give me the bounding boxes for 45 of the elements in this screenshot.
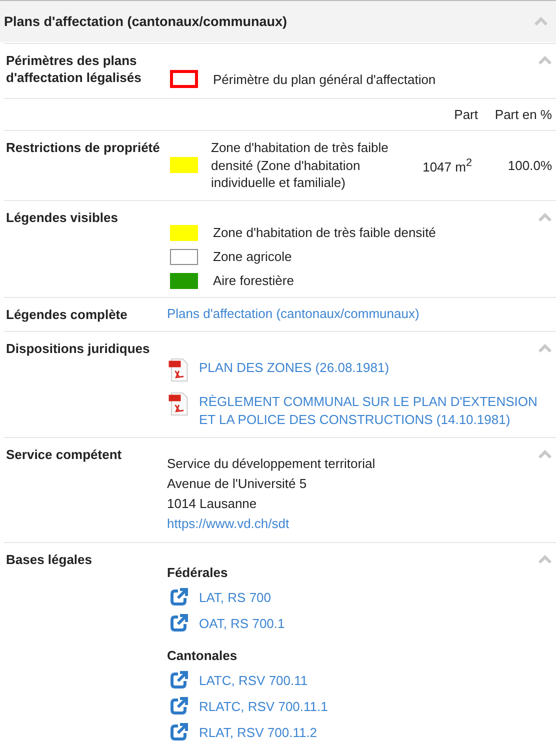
share-value: 100.0% (506, 158, 552, 173)
area-value: 1047 m$^{2}$ (422, 156, 472, 174)
external-link-icon (169, 586, 189, 606)
group-heading: Fédérales (167, 564, 229, 580)
collapse-icon[interactable] (538, 56, 552, 65)
pdf-icon (167, 392, 189, 416)
legend-label: Périmètre du plan général d'affectation (213, 72, 436, 86)
law-link[interactable]: OAT, RS 700.1 (199, 614, 285, 630)
pdf-icon (167, 358, 189, 382)
section-label: Service compétent (6, 446, 123, 464)
law-link[interactable]: LATC, RSV 700.11 (199, 672, 308, 688)
law-link[interactable]: LAT, RS 700 (199, 588, 272, 604)
collapse-icon[interactable] (538, 450, 552, 458)
law-link[interactable]: RLATC, RSV 700.11.1 (199, 698, 328, 714)
group-heading: Cantonales (167, 648, 238, 662)
column-header: Part en % (494, 107, 552, 122)
section-label: Restrictions de propriété (6, 139, 161, 156)
section-label: Dispositions juridiques (6, 340, 151, 358)
collapse-icon[interactable] (538, 212, 552, 222)
document-link[interactable]: RÈGLEMENT COMMUNAL SUR LE PLAN D'EXTENSION ET LA POLICE DES CONSTRUCTIONS (14.10.1981) (199, 392, 538, 428)
collapse-icon[interactable] (534, 17, 548, 26)
external-link-icon (169, 612, 189, 632)
external-link-icon (169, 696, 189, 716)
external-link-icon (169, 670, 189, 690)
panel-title: Plans d'affectation (cantonaux/communaux) (4, 14, 288, 29)
section-label: Périmètres des plans d'affectation légalisés (6, 52, 142, 87)
zone-name: Zone d'habitation de très faible densité (Zone d'habitation individuelle et familiale) (211, 139, 390, 192)
legend-label: Zone agricole (213, 249, 292, 264)
section-label: Légendes visibles (6, 208, 119, 227)
website-link[interactable]: https://www.vd.ch/sdt (167, 514, 538, 534)
legend-label: Zone d'habitation de très faible densité (213, 225, 436, 240)
panel-header[interactable]: Plans d'affectation (cantonaux/communaux) (0, 0, 556, 42)
section-label: Légendes complète (6, 306, 128, 322)
law-link[interactable]: RLAT, RSV 700.11.2 (199, 724, 318, 740)
address-line: Service du développement territorial (167, 454, 376, 473)
address-line: Avenue de l'Université 5 (167, 474, 308, 492)
document-link[interactable]: PLAN DES ZONES (26.08.1981) (199, 358, 390, 376)
collapse-icon[interactable] (538, 554, 552, 564)
column-header: Part (453, 107, 478, 122)
legend-label: Aire forestière (213, 273, 294, 288)
external-link-icon (169, 722, 189, 742)
section-label: Bases légales (6, 550, 94, 569)
legend-link[interactable]: Plans d'affectation (cantonaux/communaux) (167, 306, 538, 320)
collapse-icon[interactable] (538, 344, 552, 352)
address-line: 1014 Lausanne (167, 494, 258, 512)
